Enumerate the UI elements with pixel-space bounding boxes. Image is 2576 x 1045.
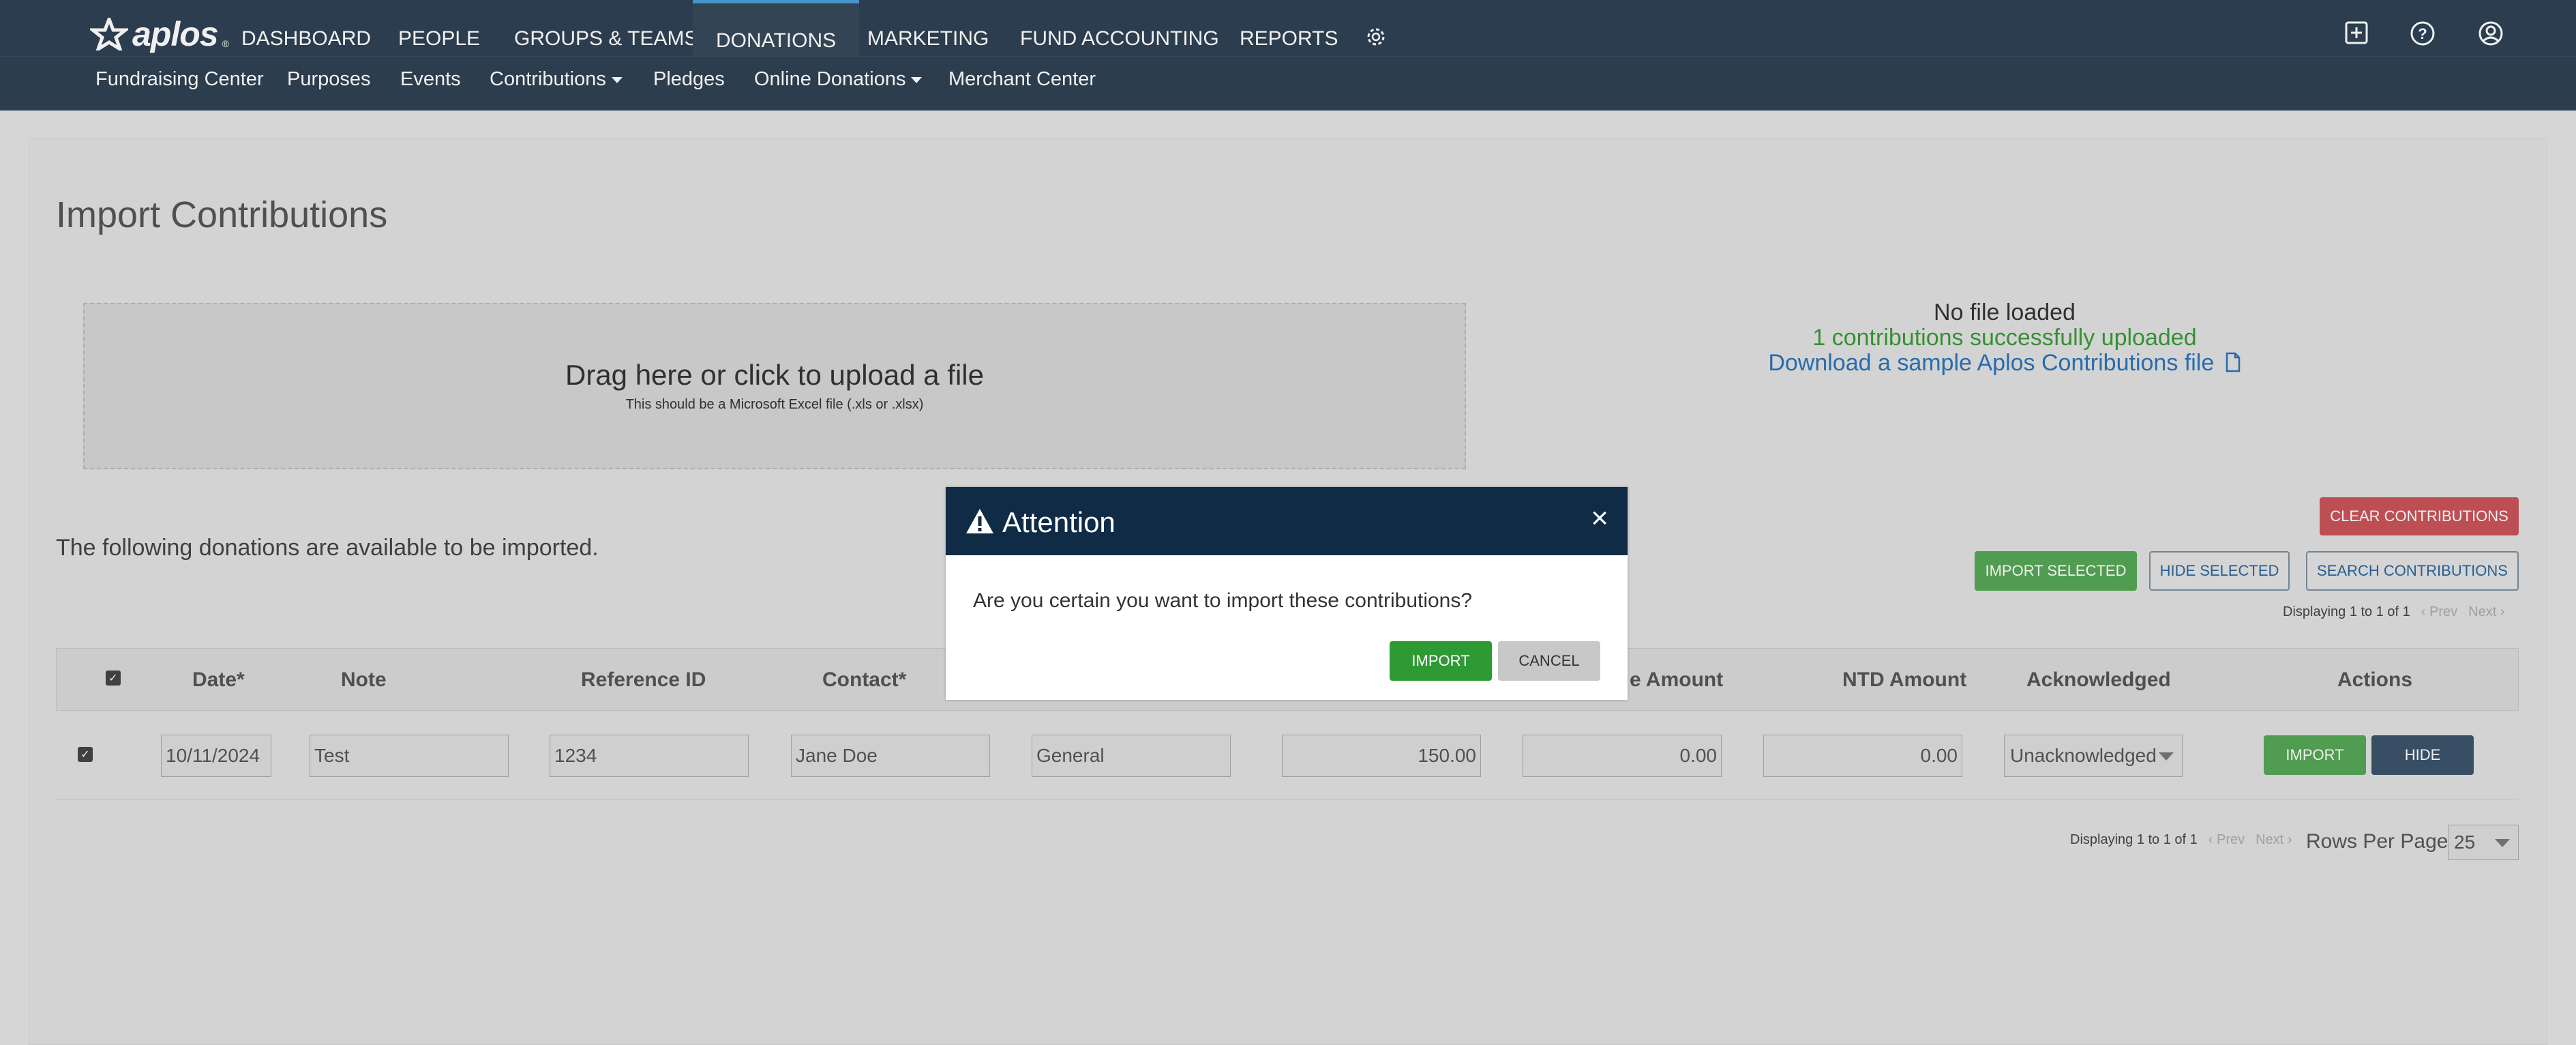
- attention-modal: Attention × Are you certain you want to …: [946, 487, 1628, 700]
- modal-import-button[interactable]: IMPORT: [1390, 641, 1492, 681]
- modal-cancel-button[interactable]: CANCEL: [1498, 641, 1600, 681]
- modal-message: Are you certain you want to import these…: [973, 589, 1473, 612]
- modal-header: Attention ×: [946, 487, 1628, 555]
- warning-icon: [966, 509, 993, 533]
- close-icon[interactable]: ×: [1591, 503, 1608, 533]
- modal-title: Attention: [1002, 506, 1115, 538]
